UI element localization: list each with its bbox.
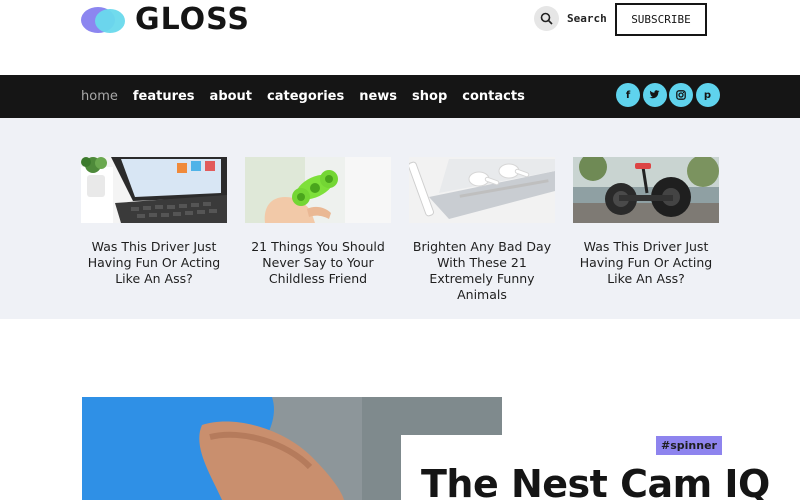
hero-title[interactable]: The Nest Cam IQ bbox=[421, 462, 770, 500]
featured-card-title[interactable]: Brighten Any Bad Day With These 21 Extre… bbox=[409, 239, 555, 303]
nav-item-features[interactable]: features bbox=[133, 89, 195, 104]
featured-card-title[interactable]: Was This Driver Just Having Fun Or Actin… bbox=[573, 239, 719, 287]
search-label: Search bbox=[567, 12, 607, 25]
featured-card[interactable]: Brighten Any Bad Day With These 21 Extre… bbox=[409, 157, 555, 303]
logo-text: GLOSS bbox=[135, 2, 251, 37]
nav-item-shop[interactable]: shop bbox=[412, 89, 447, 104]
nav-item-home[interactable]: home bbox=[81, 89, 118, 104]
twitter-icon[interactable] bbox=[642, 83, 667, 107]
featured-card[interactable]: Was This Driver Just Having Fun Or Actin… bbox=[573, 157, 719, 287]
search-icon bbox=[534, 6, 559, 31]
hero-tag[interactable]: #spinner bbox=[656, 436, 722, 455]
featured-card-title[interactable]: 21 Things You Should Never Say to Your C… bbox=[245, 239, 391, 287]
fidget-spinner-image[interactable] bbox=[245, 157, 391, 223]
nav-menu: home features about categories news shop… bbox=[81, 75, 540, 118]
search-button[interactable]: Search bbox=[534, 6, 607, 31]
facebook-icon[interactable]: f bbox=[616, 83, 640, 107]
nav-item-categories[interactable]: categories bbox=[267, 89, 344, 104]
featured-card[interactable]: Was This Driver Just Having Fun Or Actin… bbox=[81, 157, 227, 287]
electric-wheels-image[interactable] bbox=[573, 157, 719, 223]
featured-card[interactable]: 21 Things You Should Never Say to Your C… bbox=[245, 157, 391, 287]
instagram-icon[interactable] bbox=[669, 83, 693, 107]
subscribe-button[interactable]: SUBSCRIBE bbox=[615, 3, 707, 36]
nav-item-about[interactable]: about bbox=[210, 89, 252, 104]
social-links: f p bbox=[616, 83, 722, 107]
earbuds-laptop-image[interactable] bbox=[409, 157, 555, 223]
site-header: GLOSS Search SUBSCRIBE bbox=[0, 0, 800, 75]
nav-item-news[interactable]: news bbox=[359, 89, 397, 104]
tablet-keyboard-image[interactable] bbox=[81, 157, 227, 223]
logo-icon bbox=[81, 5, 127, 35]
featured-card-title[interactable]: Was This Driver Just Having Fun Or Actin… bbox=[81, 239, 227, 287]
site-logo[interactable]: GLOSS bbox=[81, 4, 250, 36]
pinterest-icon[interactable]: p bbox=[695, 83, 720, 107]
nav-item-contacts[interactable]: contacts bbox=[462, 89, 525, 104]
